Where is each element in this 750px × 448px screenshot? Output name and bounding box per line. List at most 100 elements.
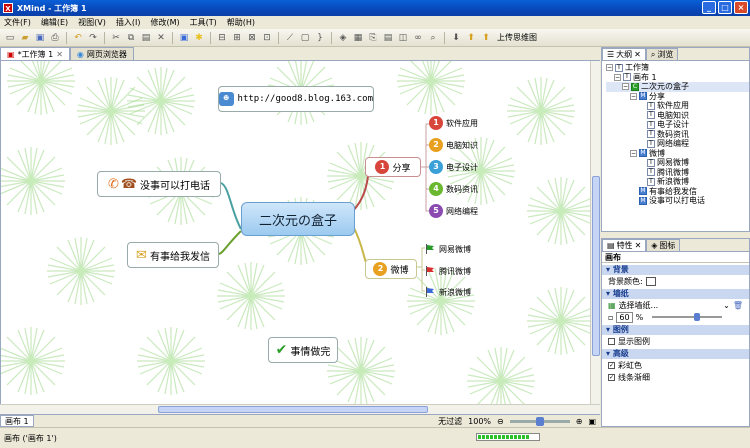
menu-edit[interactable]: 编辑(E) (41, 17, 68, 28)
hyperlink-icon[interactable]: ∞ (412, 32, 424, 44)
outline-node[interactable]: T 腾讯微博 (606, 168, 749, 178)
maximize-button[interactable]: □ (718, 1, 732, 14)
parent-topic-icon[interactable]: ⊠ (246, 32, 258, 44)
zoom-slider[interactable] (509, 416, 570, 426)
outline-node[interactable]: − T 画布 1 (606, 73, 749, 83)
opacity-slider-knob[interactable] (694, 313, 701, 321)
topic-software[interactable]: 1 软件应用 (429, 114, 485, 132)
outline-node[interactable]: − M 微博 (606, 149, 749, 159)
tab-properties[interactable]: ▤ 特性 ✕ (602, 239, 647, 251)
vertical-scroll-thumb[interactable] (592, 176, 600, 356)
attachment-icon[interactable]: ⎘ (367, 32, 379, 44)
show-legend-checkbox[interactable] (608, 337, 615, 345)
fit-icon[interactable]: ▣ (588, 417, 596, 426)
outline-node[interactable]: − T 工作簿 (606, 63, 749, 73)
branch-weibo[interactable]: 2 微博 (365, 259, 417, 279)
central-topic[interactable]: 二次元の盒子 (241, 202, 355, 236)
cut-icon[interactable]: ✂ (110, 32, 122, 44)
marker-icon[interactable]: ◈ (337, 32, 349, 44)
close-tab-icon[interactable]: ✕ (56, 50, 63, 59)
zoom-icon[interactable]: ⌕ (427, 32, 439, 44)
print-icon[interactable]: ⎙ (49, 32, 61, 44)
topic-programming[interactable]: 5 网络编程 (429, 202, 485, 220)
outline-node[interactable]: T 软件应用 (606, 101, 749, 111)
outline-node[interactable]: − M 分享 (606, 92, 749, 102)
note-icon[interactable]: ▤ (382, 32, 394, 44)
topic-computer[interactable]: 2 电脑知识 (429, 136, 485, 154)
close-button[interactable]: × (734, 1, 748, 14)
image-icon[interactable]: ▦ (352, 32, 364, 44)
idea-icon[interactable]: ✱ (193, 32, 205, 44)
new-icon[interactable]: ▭ (4, 32, 16, 44)
zoom-out-icon[interactable]: ⊖ (497, 417, 504, 426)
filter-label[interactable]: 无过滤 (438, 416, 462, 427)
upload-icon[interactable]: ⬆ (480, 32, 492, 44)
topic-digital[interactable]: 4 数码资讯 (429, 180, 485, 198)
floating-topic-icon[interactable]: ⊡ (261, 32, 273, 44)
boundary-icon[interactable]: ▢ (299, 32, 311, 44)
outline-node[interactable]: T 电脑知识 (606, 111, 749, 121)
outline-node[interactable]: T 电子设计 (606, 120, 749, 130)
opacity-field[interactable]: 60 (616, 311, 633, 323)
relationship-icon[interactable]: ⟋ (284, 32, 296, 44)
close-tab-icon[interactable]: ✕ (635, 241, 642, 250)
expand-toggle-icon[interactable]: − (614, 73, 621, 81)
tab-outline[interactable]: ☰ 大纲 ✕ (602, 48, 646, 60)
menu-file[interactable]: 文件(F) (4, 17, 31, 28)
section-wallpaper[interactable]: ▾ 墙纸 (602, 289, 749, 299)
trash-icon[interactable]: 🗑 (733, 301, 743, 310)
menu-insert[interactable]: 插入(I) (116, 17, 141, 28)
opacity-slider[interactable] (652, 313, 723, 321)
outline-node[interactable]: M 没事可以打电话 (606, 196, 749, 206)
menu-modify[interactable]: 修改(M) (150, 17, 179, 28)
drill-up-icon[interactable]: ⬆ (465, 32, 477, 44)
paste-icon[interactable]: ▤ (140, 32, 152, 44)
tab-icons[interactable]: ◈ 图标 (646, 239, 681, 251)
insert-topic-before-icon[interactable]: ⊞ (231, 32, 243, 44)
topic-icon[interactable]: ▣ (178, 32, 190, 44)
topic-sina-weibo[interactable]: 新浪微博 (425, 283, 485, 301)
outline-node[interactable]: M 有事给我发信 (606, 187, 749, 197)
section-legend[interactable]: ▾ 图例 (602, 325, 749, 335)
delete-icon[interactable]: ✕ (155, 32, 167, 44)
tab-web-browser[interactable]: ◉ 网页浏览器 (69, 47, 134, 60)
menu-tools[interactable]: 工具(T) (190, 17, 217, 28)
expand-toggle-icon[interactable]: − (630, 149, 637, 157)
section-advanced[interactable]: ▾ 高级 (602, 349, 749, 359)
dropdown-icon[interactable]: ⌄ (723, 301, 730, 310)
bg-color-swatch[interactable] (645, 276, 656, 286)
save-icon[interactable]: ▣ (34, 32, 46, 44)
menu-view[interactable]: 视图(V) (78, 17, 106, 28)
expand-toggle-icon[interactable]: − (606, 64, 613, 72)
topic-netease-weibo[interactable]: 网易微博 (425, 240, 485, 258)
redo-icon[interactable]: ↷ (87, 32, 99, 44)
outline-node[interactable]: T 新浪微博 (606, 177, 749, 187)
upload-mindmap-button[interactable]: 上传思维图 (497, 32, 537, 43)
expand-toggle-icon[interactable]: − (630, 92, 637, 100)
outline-node[interactable]: T 网易微博 (606, 158, 749, 168)
url-topic[interactable]: ☻ http://good8.blog.163.com (218, 86, 374, 112)
sheet-tab[interactable]: 画布 1 (0, 415, 34, 427)
summary-icon[interactable]: } (314, 32, 326, 44)
topic-done[interactable]: ✔ 事情做完 (268, 337, 338, 363)
horizontal-scrollbar[interactable] (0, 404, 600, 414)
subtopic-icon[interactable]: ⊟ (216, 32, 228, 44)
topic-mail[interactable]: ✉ 有事给我发信 (127, 242, 219, 268)
rainbow-checkbox[interactable]: ✓ (608, 361, 615, 369)
tab-browse[interactable]: ⌕ 浏览 (645, 48, 679, 60)
menu-help[interactable]: 帮助(H) (227, 17, 255, 28)
minimize-button[interactable]: _ (702, 1, 716, 14)
topic-electronics[interactable]: 3 电子设计 (429, 158, 485, 176)
expand-toggle-icon[interactable]: − (622, 83, 629, 91)
vertical-scrollbar[interactable] (590, 61, 600, 404)
outline-node[interactable]: T 网络编程 (606, 139, 749, 149)
drill-down-icon[interactable]: ⬇ (450, 32, 462, 44)
zoom-in-icon[interactable]: ⊕ (576, 417, 583, 426)
open-icon[interactable]: ▰ (19, 32, 31, 44)
wallpaper-select[interactable]: 选择墙纸... (619, 300, 659, 311)
outline-node[interactable]: − C 二次元の盒子 (606, 82, 749, 92)
mindmap-canvas[interactable]: ☻ http://good8.blog.163.com 二次元の盒子 1 分享 … (0, 61, 590, 404)
horizontal-scroll-thumb[interactable] (158, 406, 428, 413)
zoom-slider-knob[interactable] (535, 416, 544, 426)
section-background[interactable]: ▾ 背景 (602, 265, 749, 275)
